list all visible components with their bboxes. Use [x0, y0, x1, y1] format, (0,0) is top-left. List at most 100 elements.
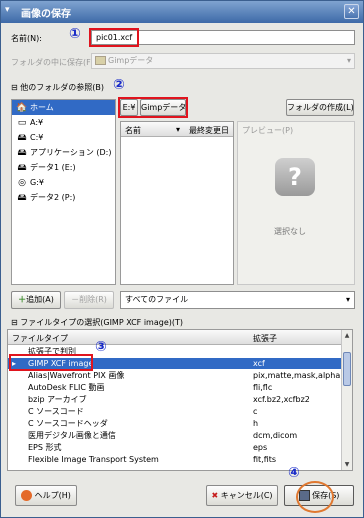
filetype-table: ファイルタイプ 拡張子 拡張子で判別 ▸ GIMP XCF image xcf … [7, 329, 353, 471]
browse-expander[interactable]: ⊟ 他のフォルダの参照(B) [11, 82, 104, 93]
filetype-name: EPS 形式 [28, 443, 62, 452]
place-label: ホーム [30, 103, 54, 112]
remove-button-label: 削除(R) [79, 295, 107, 304]
collapse-icon: ⊟ [11, 318, 18, 327]
annotation-box-filetype [9, 354, 93, 371]
filetype-name: AutoDesk FLIC 動画 [28, 383, 105, 392]
place-item-d-drive[interactable]: 🖴 アプリケーション (D:) [12, 145, 115, 160]
filetype-row[interactable]: Alias|Wavefront PIX 画像 pix,matte,mask,al… [8, 370, 352, 381]
save-in-folder-value: Gimpデータ [108, 56, 154, 65]
place-label: G:¥ [30, 178, 44, 187]
annotation-box-path [118, 97, 188, 118]
filetype-name: Flexible Image Transport System [28, 455, 159, 464]
filetype-ext: dcm,dicom [253, 431, 298, 440]
save-in-folder-combo: Gimpデータ ▾ [91, 53, 355, 69]
filetype-name: bzip アーカイブ [28, 395, 87, 404]
home-icon: 🏠 [16, 103, 28, 113]
place-item-home[interactable]: 🏠 ホーム [12, 100, 115, 115]
chevron-down-icon: ▾ [346, 56, 351, 65]
filetype-row[interactable]: 医用デジタル画像と通信 dcm,dicom [8, 430, 342, 441]
column-modified[interactable]: 最終変更日 [189, 125, 229, 136]
help-icon [21, 490, 33, 501]
folder-icon [95, 56, 106, 65]
filetype-ext: fit,fits [253, 455, 277, 464]
window-title: 画像の保存 [21, 9, 71, 20]
cdrom-drive-icon: ◎ [18, 178, 26, 188]
cancel-button[interactable]: ✖ キャンセル(C) [206, 485, 278, 506]
preview-label: プレビュー(P) [242, 126, 294, 135]
scroll-down-icon[interactable]: ▼ [342, 459, 352, 470]
scroll-up-icon[interactable]: ▲ [342, 330, 352, 341]
hard-drive-icon: 🖴 [17, 193, 27, 203]
hard-drive-icon: 🖴 [17, 163, 27, 173]
filetype-name: C ソースコードヘッダ [28, 419, 108, 428]
hard-drive-icon: 🖴 [17, 148, 27, 158]
cancel-button-label: キャンセル(C) [220, 491, 273, 500]
title-bar: ▾ 画像の保存 ✕ [1, 1, 363, 23]
place-item-c-drive[interactable]: 🖴 C:¥ [12, 130, 115, 145]
add-button-label: 追加(A) [26, 295, 54, 304]
filetype-ext: eps [253, 443, 268, 452]
remove-icon: － [71, 295, 80, 304]
floppy-drive-icon: ▭ [17, 118, 27, 128]
annotation-box-filename [89, 28, 139, 47]
sort-arrow-icon: ▾ [176, 125, 181, 134]
filetype-ext: fli,flc [253, 383, 273, 392]
place-item-a-drive[interactable]: ▭ A:¥ [12, 115, 115, 130]
filetype-ext: pix,matte,mask,alpha,als [253, 371, 353, 380]
filetype-ext: c [253, 407, 258, 416]
filetype-row[interactable]: C ソースコードヘッダ h [8, 418, 342, 429]
save-image-dialog: ▾ 画像の保存 ✕ 名前(N): pic01.xcf ① フォルダの中に保存(F… [0, 0, 364, 518]
window-menu-icon[interactable]: ▾ [5, 5, 17, 17]
place-item-g-drive[interactable]: ◎ G:¥ [12, 175, 115, 190]
preview-pane: プレビュー(P) ? 選択なし [237, 121, 355, 285]
filetype-table-header: ファイルタイプ 拡張子 [8, 330, 342, 345]
scrollbar-thumb[interactable] [343, 352, 351, 386]
column-extension[interactable]: 拡張子 [253, 333, 277, 344]
remove-bookmark-button: －削除(R) [64, 291, 114, 309]
filetype-row[interactable]: EPS 形式 eps [8, 442, 342, 453]
file-filter-value: すべてのファイル [125, 295, 189, 304]
filetype-row[interactable]: C ソースコード c [8, 406, 342, 417]
annotation-circle-save [296, 481, 334, 513]
close-icon[interactable]: ✕ [344, 4, 359, 19]
file-list[interactable]: 名前 ▾ 最終変更日 [120, 121, 234, 285]
filetype-name: 医用デジタル画像と通信 [28, 431, 116, 440]
help-button[interactable]: ヘルプ(H) [15, 485, 77, 506]
annotation-number-2: ② [113, 77, 125, 93]
filetype-ext: xcf [253, 359, 265, 368]
chevron-down-icon: ▾ [345, 295, 350, 304]
annotation-number-4: ④ [288, 465, 300, 481]
filetype-row[interactable]: AutoDesk FLIC 動画 fli,flc [8, 382, 342, 393]
filetype-scrollbar[interactable]: ▲ ▼ [341, 330, 352, 470]
create-folder-button[interactable]: フォルダの作成(L) [286, 99, 354, 116]
place-label: C:¥ [30, 133, 44, 142]
no-selection-text: 選択なし [274, 227, 306, 236]
help-button-label: ヘルプ(H) [34, 491, 71, 500]
filetype-label: ファイルタイプの選択(GIMP XCF image)(T) [20, 318, 183, 327]
filetype-expander[interactable]: ⊟ ファイルタイプの選択(GIMP XCF image)(T) [11, 317, 183, 328]
collapse-icon: ⊟ [11, 83, 18, 92]
hard-drive-icon: 🖴 [17, 133, 27, 143]
cancel-icon: ✖ [211, 491, 219, 500]
add-bookmark-button[interactable]: ＋追加(A) [11, 291, 61, 309]
no-preview-icon: ? [275, 158, 315, 196]
place-label: データ2 (P:) [30, 193, 76, 202]
column-filetype[interactable]: ファイルタイプ [12, 333, 68, 344]
place-label: A:¥ [30, 118, 44, 127]
name-label: 名前(N): [11, 34, 42, 43]
annotation-number-1: ① [69, 26, 81, 42]
filetype-ext: xcf.bz2,xcfbz2 [253, 395, 310, 404]
place-item-e-drive[interactable]: 🖴 データ1 (E:) [12, 160, 115, 175]
add-icon: ＋ [18, 295, 27, 304]
filetype-row[interactable]: bzip アーカイブ xcf.bz2,xcfbz2 [8, 394, 342, 405]
column-name[interactable]: 名前 [125, 125, 141, 136]
file-filter-combo[interactable]: すべてのファイル ▾ [120, 291, 355, 309]
file-list-header: 名前 ▾ 最終変更日 [121, 122, 233, 137]
filetype-ext: h [253, 419, 259, 428]
annotation-number-3: ③ [95, 339, 107, 355]
filetype-name: C ソースコード [28, 407, 84, 416]
place-item-p-drive[interactable]: 🖴 データ2 (P:) [12, 190, 115, 205]
browse-label: 他のフォルダの参照(B) [20, 83, 104, 92]
filetype-row[interactable]: Flexible Image Transport System fit,fits [8, 454, 342, 465]
